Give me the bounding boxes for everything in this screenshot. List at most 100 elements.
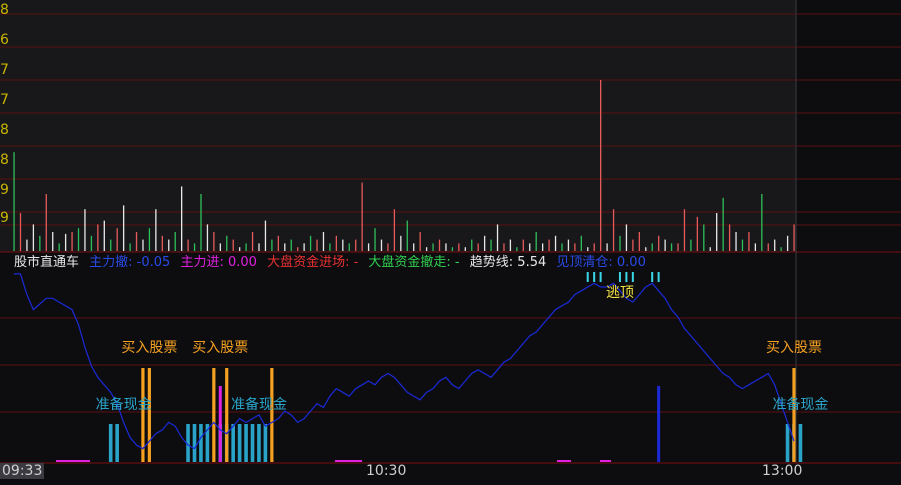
volume-bar [780,247,782,251]
cash-signal-label: 准备现金 [230,397,287,413]
volume-bar [219,243,221,251]
volume-bar [670,243,673,251]
volume-bar [52,232,54,251]
escape-mark [593,272,596,282]
cash-bar [244,424,248,462]
volume-bar [748,232,750,251]
y-tick-label: 7 [0,62,9,78]
volume-bar [110,239,112,251]
volume-bar [187,239,189,251]
y-tick-label: 8 [0,152,9,168]
volume-bar [767,243,769,251]
y-tick-label: 6 [0,32,9,48]
volume-bar [239,247,241,251]
volume-bar [342,239,344,251]
cash-bar [192,424,197,462]
blue-bar [657,386,661,462]
volume-bar [387,243,389,251]
volume-bar [683,209,686,251]
buy-bar [225,368,229,462]
volume-bar [168,239,170,251]
volume-bar [206,224,209,251]
volume-bar [77,228,80,251]
volume-bar [97,224,99,251]
legend-top-clear: 见顶清仓: 0.00 [556,255,646,270]
cash-bar [785,424,790,462]
volume-bar [258,243,260,251]
volume-bar [13,152,15,251]
y-tick-label: 9 [0,182,9,198]
volume-bar [561,243,563,251]
escape-marks [586,272,660,282]
volume-bar [735,232,737,251]
volume-bar [413,243,415,251]
volume-bar [400,235,402,251]
volume-bar [290,239,292,251]
volume-bar [374,228,376,251]
volume-bar [741,239,744,251]
y-tick-label: 8 [0,122,9,138]
volume-bar [129,243,131,251]
volume-bar [529,243,531,251]
volume-bar [722,197,724,251]
volume-bar [155,209,157,251]
volume-bar [612,209,615,251]
legend-title: 股市直通车 [14,255,80,270]
volume-bar [451,247,454,251]
volume-bar [71,232,73,251]
volume-bar [367,243,370,251]
volume-bar [200,194,202,251]
volume-bar [122,205,125,251]
volume-bar [309,235,312,251]
buy-bar [212,368,216,462]
volume-bar [471,239,473,251]
volume-bar [574,243,576,251]
x-tick-1030: 10:30 [366,463,407,479]
magenta-segment [557,460,571,462]
volume-bar [625,224,628,251]
volume-bar [32,224,35,251]
volume-bar [303,243,305,251]
magenta-segment [600,460,611,462]
volume-bar [458,243,460,251]
volume-bar [277,235,279,251]
y-tick-label: 7 [0,92,9,108]
volume-bar [658,235,660,251]
y-tick-label: 8 [0,2,9,18]
volume-bar [677,243,679,251]
volume-bar [664,239,666,251]
volume-bar [58,243,60,251]
volume-bar [509,239,512,251]
volume-bar [181,186,183,251]
volume-bar [380,239,383,251]
volume-bar [632,239,634,251]
volume-bar [438,239,441,251]
buy-bar [792,368,796,462]
volume-bar [103,220,105,251]
escape-mark [618,272,621,282]
volume-bar [619,235,621,251]
buy-signal-label: 买入股票 [121,340,178,356]
volume-bar [393,209,396,251]
cash-signal-label: 准备现金 [772,397,829,413]
volume-bar [651,243,653,251]
volume-bar [90,235,93,251]
volume-bar [503,243,505,251]
magenta-segment [335,460,362,462]
volume-bar [638,232,640,251]
magenta-segment [56,460,90,462]
stock-chart[interactable]: 8 6 7 7 8 8 9 9 股市直通车 主力撤: -0.05 主力进: 0.00 大盘资金… [0,0,901,485]
volume-bar [593,243,595,251]
volume-bar [774,239,776,251]
volume-bar [329,243,331,251]
volume-bar [516,247,518,251]
trend-line [14,273,795,450]
legend-market-out: 大盘资金撤走: - [368,255,460,270]
volume-bar [496,224,499,251]
cash-bar [257,424,261,462]
volume-bar [716,213,718,251]
upper-panel-bg [0,0,796,252]
volume-bar [535,232,537,251]
volume-bar [26,239,28,251]
volume-bar [709,247,711,251]
